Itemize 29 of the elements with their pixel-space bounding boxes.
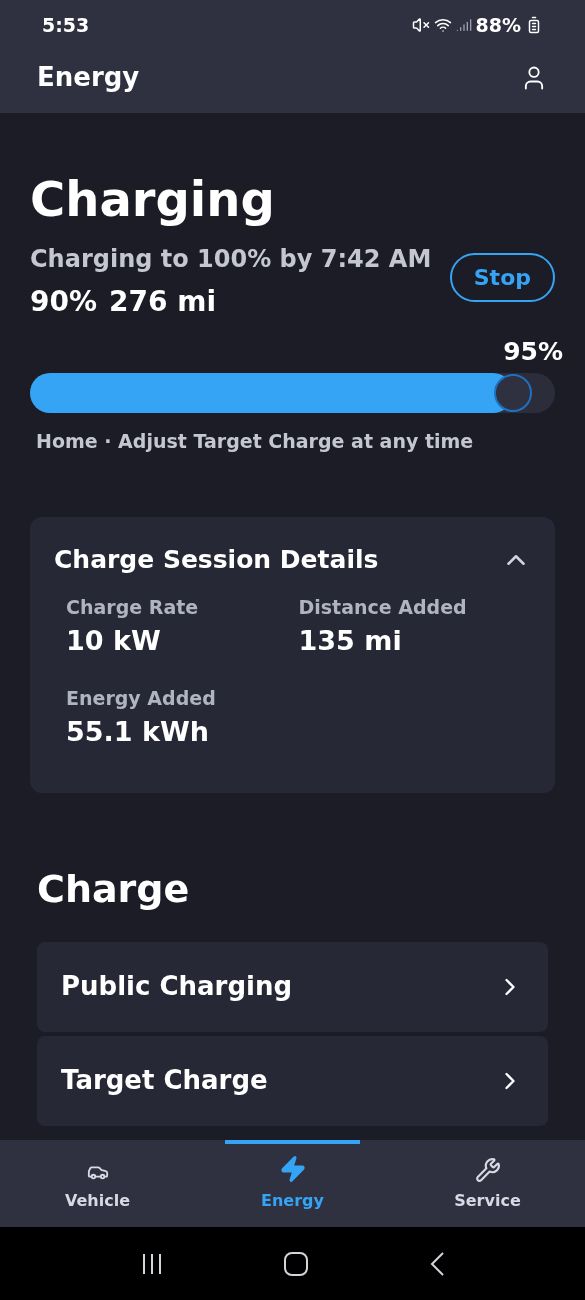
battery-percent: 88% <box>475 12 521 38</box>
detail-label: Energy Added <box>66 685 217 711</box>
slider-thumb[interactable] <box>494 373 532 412</box>
range-value: 276 mi <box>109 284 216 320</box>
page-title: Energy <box>37 61 140 94</box>
detail-value: 55.1 kWh <box>66 715 210 749</box>
battery-level: 90% <box>30 284 98 320</box>
stop-button[interactable]: Stop <box>449 253 555 302</box>
home-icon[interactable] <box>283 1250 310 1277</box>
nav-tab[interactable]: Vehicle <box>0 1140 195 1227</box>
mute-icon <box>411 16 430 34</box>
target-percent: 95% <box>503 336 563 368</box>
menu-row[interactable]: Target Charge <box>37 1035 548 1126</box>
wrench-icon <box>474 1157 501 1183</box>
detail-value: 135 mi <box>298 624 403 658</box>
session-title: Charge Session Details <box>54 544 379 576</box>
detail-value: 10 kW <box>66 624 162 658</box>
back-icon[interactable] <box>429 1250 446 1277</box>
signal-icon <box>455 17 472 33</box>
bolt-icon <box>278 1155 307 1183</box>
wifi-icon <box>433 16 452 34</box>
detail-label: Distance Added <box>298 594 468 620</box>
charging-status: Charging to 100% by 7:42 AM <box>30 244 432 275</box>
detail-label: Charge Rate <box>66 594 200 620</box>
charge-heading: Charge <box>37 865 191 913</box>
nav-tab[interactable]: Service <box>390 1140 585 1227</box>
status-time: 5:53 <box>42 12 90 38</box>
menu-row[interactable]: Public Charging <box>37 941 548 1032</box>
charge-note: Home · Adjust Target Charge at any time <box>36 428 475 454</box>
